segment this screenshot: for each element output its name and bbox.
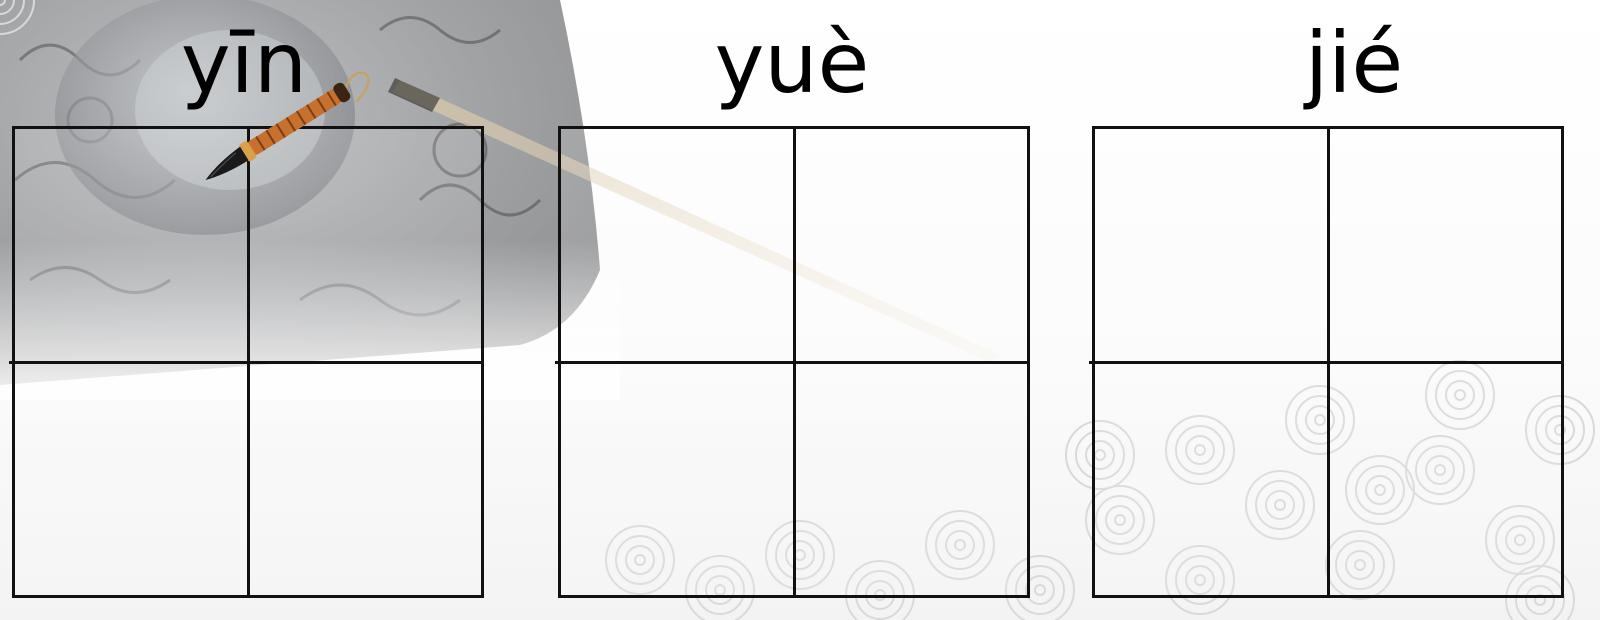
worksheet-canvas: yīn yuè jié	[0, 0, 1600, 620]
writing-grid-1[interactable]	[9, 126, 484, 598]
writing-grid-2[interactable]	[555, 126, 1030, 598]
pinyin-label-2: yuè	[714, 14, 870, 112]
pinyin-label-3: jié	[1304, 14, 1404, 112]
grid-horizontal-line	[555, 360, 1027, 364]
writing-grid-3[interactable]	[1089, 126, 1564, 598]
grid-horizontal-line	[9, 360, 481, 364]
grid-horizontal-line	[1089, 360, 1561, 364]
calligraphy-brush-icon[interactable]	[190, 66, 380, 190]
